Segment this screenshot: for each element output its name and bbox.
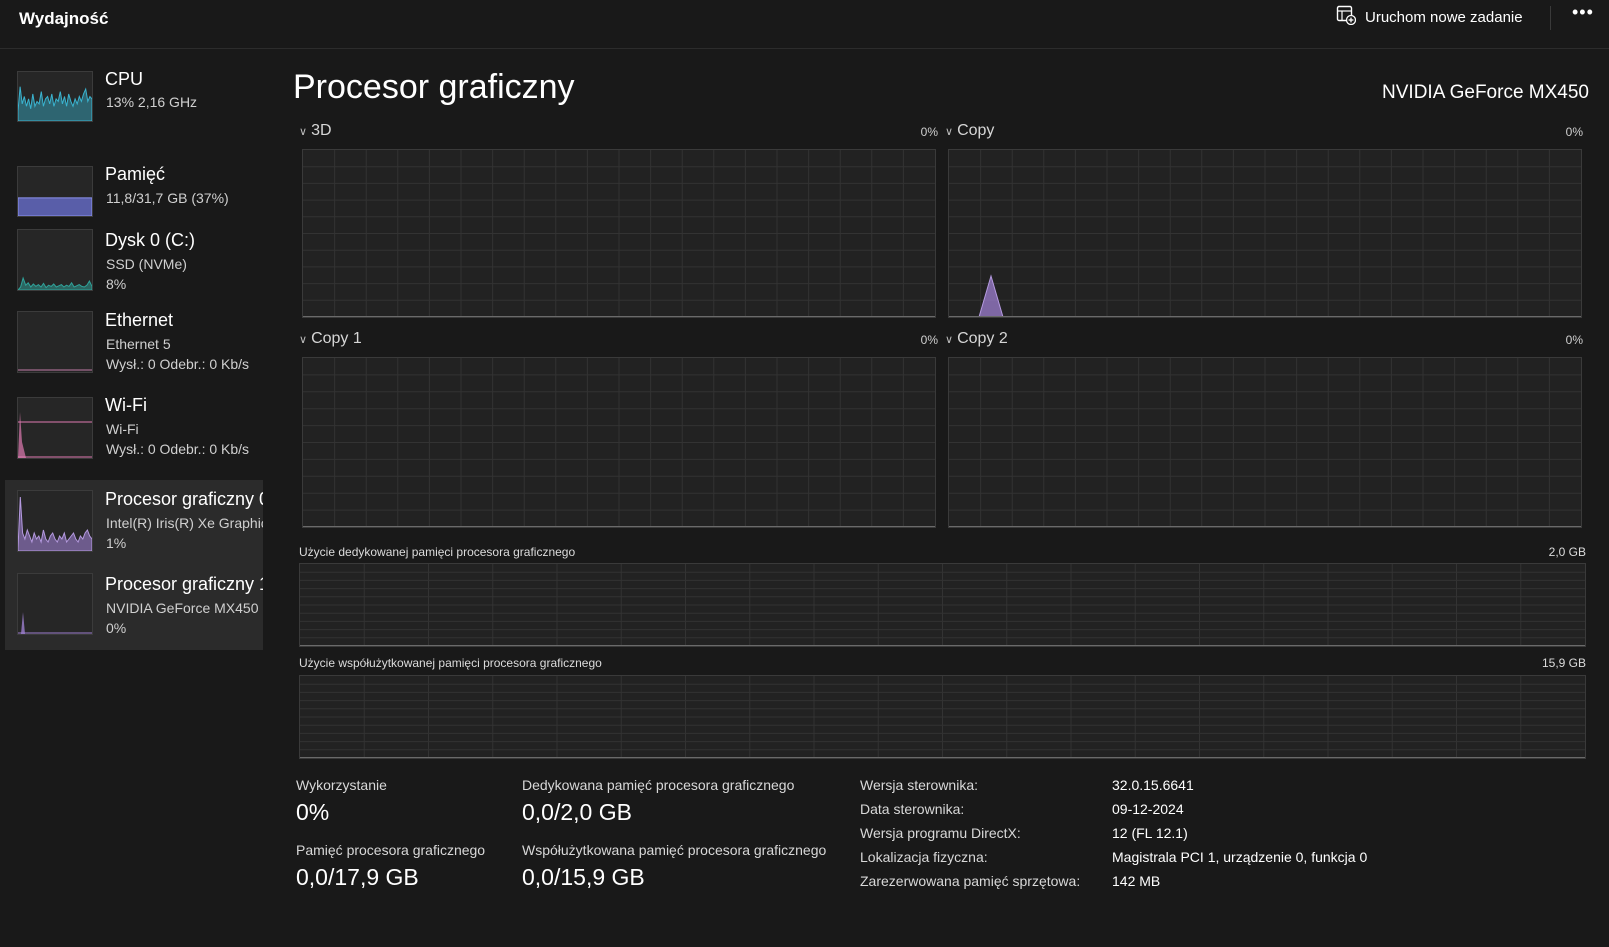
sidebar-item-detail: 13% 2,16 GHz xyxy=(106,94,198,110)
toolbar-divider xyxy=(1550,6,1551,30)
new-task-icon xyxy=(1336,5,1357,30)
shared-memory-label: Współużytkowana pamięć procesora graficz… xyxy=(522,842,827,858)
dedicated-memory-label: Dedykowana pamięć procesora graficznego xyxy=(522,777,795,793)
gpu-model-name: NVIDIA GeForce MX450 xyxy=(1382,82,1589,103)
driver-date-key: Data sterownika: xyxy=(860,801,965,817)
more-options-button[interactable]: ••• xyxy=(1572,2,1594,23)
sidebar-item-name: CPU xyxy=(105,69,144,89)
driver-version-key: Wersja sterownika: xyxy=(860,777,979,793)
cpu-thumbnail-graph xyxy=(17,71,93,122)
dedicated-memory-graph-max: 2,0 GB xyxy=(1548,545,1586,559)
sidebar-item-detail: 11,8/31,7 GB (37%) xyxy=(106,190,229,206)
graph-copy xyxy=(948,149,1582,318)
sidebar-item-disk[interactable]: Dysk 0 (C:) SSD (NVMe) 8% xyxy=(5,223,263,308)
sidebar-item-detail: Wi-Fi xyxy=(106,421,139,437)
engine-percent: 0% xyxy=(920,125,938,139)
sidebar-item-wifi[interactable]: Wi-Fi Wi-Fi Wysł.: 0 Odebr.: 0 Kb/s xyxy=(5,395,263,480)
graph-3d xyxy=(302,149,936,318)
wifi-thumbnail-graph xyxy=(17,397,93,459)
run-new-task-label: Uruchom nowe zadanie xyxy=(1365,8,1523,26)
sidebar-item-name: Pamięć xyxy=(105,164,166,184)
sidebar-item-usage: 0% xyxy=(106,620,127,636)
engine-percent: 0% xyxy=(920,333,938,347)
dedicated-memory-graph xyxy=(299,563,1586,647)
shared-memory-graph-label: Użycie współużytkowanej pamięci procesor… xyxy=(299,656,602,670)
engine-label: Copy xyxy=(957,122,995,139)
sidebar-item-detail: Intel(R) Iris(R) Xe Graphics xyxy=(106,515,263,531)
engine-label: Copy 2 xyxy=(957,330,1008,347)
sidebar-item-name: Ethernet xyxy=(105,310,174,330)
driver-version-value: 32.0.15.6641 xyxy=(1112,777,1194,793)
sidebar-item-detail: Ethernet 5 xyxy=(106,336,171,352)
page-section-title: Wydajność xyxy=(19,9,109,28)
shared-memory-value: 0,0/15,9 GB xyxy=(522,864,645,890)
sidebar-item-usage: 1% xyxy=(106,535,127,551)
gpu-memory-value: 0,0/17,9 GB xyxy=(296,864,419,890)
reserved-memory-key: Zarezerwowana pamięć sprzętowa: xyxy=(860,873,1081,889)
engine-selector-3d[interactable]: ∨ 3D xyxy=(299,122,332,140)
sidebar-item-throughput: Wysł.: 0 Odebr.: 0 Kb/s xyxy=(106,441,250,457)
sidebar-item-cpu[interactable]: CPU 13% 2,16 GHz xyxy=(5,63,263,150)
chevron-down-icon[interactable]: ∨ xyxy=(299,333,307,346)
utilization-label: Wykorzystanie xyxy=(296,777,387,793)
disk-thumbnail-graph xyxy=(17,229,93,291)
directx-version-value: 12 (FL 12.1) xyxy=(1112,825,1188,841)
graph-copy-2 xyxy=(948,357,1582,528)
sidebar-item-detail: SSD (NVMe) xyxy=(106,256,187,272)
sidebar-item-name: Procesor graficzny 1 xyxy=(105,574,263,594)
memory-thumbnail-graph xyxy=(17,166,93,217)
sidebar-item-name: Procesor graficzny 0 xyxy=(105,489,263,509)
chevron-down-icon[interactable]: ∨ xyxy=(945,125,953,138)
ethernet-thumbnail-graph xyxy=(17,311,93,373)
sidebar-item-ethernet[interactable]: Ethernet Ethernet 5 Wysł.: 0 Odebr.: 0 K… xyxy=(5,308,263,395)
chevron-down-icon[interactable]: ∨ xyxy=(945,333,953,346)
engine-selector-copy-2[interactable]: ∨ Copy 2 xyxy=(945,330,1008,348)
sidebar-item-name: Wi-Fi xyxy=(105,395,147,415)
shared-memory-graph-max: 15,9 GB xyxy=(1541,656,1586,670)
sidebar-item-throughput: Wysł.: 0 Odebr.: 0 Kb/s xyxy=(106,356,250,372)
engine-percent: 0% xyxy=(1565,125,1583,139)
top-bar: Wydajność Uruchom nowe zadanie ••• xyxy=(0,0,1609,49)
engine-selector-copy[interactable]: ∨ Copy xyxy=(945,122,994,140)
run-new-task-button[interactable]: Uruchom nowe zadanie xyxy=(1336,4,1523,30)
engine-label: 3D xyxy=(311,122,332,139)
page-title: Procesor graficzny xyxy=(293,68,575,106)
graph-copy-1 xyxy=(302,357,936,528)
sidebar-item-gpu-0[interactable]: Procesor graficzny 0 Intel(R) Iris(R) Xe… xyxy=(5,480,263,565)
engine-percent: 0% xyxy=(1565,333,1583,347)
gpu0-thumbnail-graph xyxy=(17,490,93,552)
engine-selector-copy-1[interactable]: ∨ Copy 1 xyxy=(299,330,362,348)
driver-date-value: 09-12-2024 xyxy=(1112,801,1184,817)
sidebar-item-gpu-1[interactable]: Procesor graficzny 1 NVIDIA GeForce MX45… xyxy=(5,565,263,650)
sidebar-item-usage: 8% xyxy=(106,276,127,292)
engine-label: Copy 1 xyxy=(311,330,362,347)
physical-location-value: Magistrala PCI 1, urządzenie 0, funkcja … xyxy=(1112,849,1368,865)
gpu-memory-label: Pamięć procesora graficznego xyxy=(296,842,486,858)
reserved-memory-value: 142 MB xyxy=(1112,873,1161,889)
utilization-value: 0% xyxy=(296,799,330,825)
shared-memory-graph xyxy=(299,675,1586,759)
chevron-down-icon[interactable]: ∨ xyxy=(299,125,307,138)
sidebar-item-detail: NVIDIA GeForce MX450 xyxy=(106,600,259,616)
dedicated-memory-graph-label: Użycie dedykowanej pamięci procesora gra… xyxy=(299,545,576,559)
sidebar-item-memory[interactable]: Pamięć 11,8/31,7 GB (37%) xyxy=(5,150,263,223)
sidebar-item-name: Dysk 0 (C:) xyxy=(105,230,195,250)
physical-location-key: Lokalizacja fizyczna: xyxy=(860,849,988,865)
dedicated-memory-value: 0,0/2,0 GB xyxy=(522,799,632,825)
gpu1-thumbnail-graph xyxy=(17,573,93,635)
performance-sidebar: CPU 13% 2,16 GHz Pamięć 11,8/31,7 GB (37… xyxy=(5,63,263,650)
directx-version-key: Wersja programu DirectX: xyxy=(860,825,1021,841)
